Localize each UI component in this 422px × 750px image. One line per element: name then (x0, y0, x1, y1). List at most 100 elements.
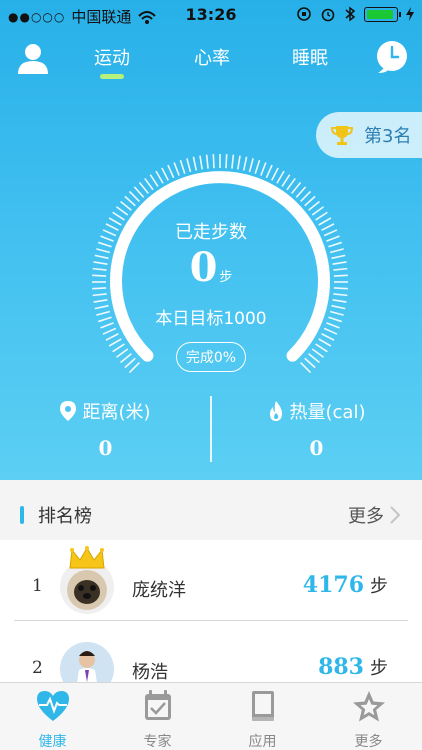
user-icon[interactable] (16, 42, 50, 74)
bottom-tab-bar: 健康 专家 应用 更多 (0, 682, 422, 750)
gauge-tick (144, 177, 154, 191)
calories-label: 热量(cal) (289, 402, 366, 423)
gauge-tick (192, 156, 198, 171)
gauge-tick (128, 362, 140, 374)
gauge-tick (155, 170, 164, 184)
rank-number: 1 (32, 576, 43, 596)
distance-stat: 距离(米) 0 (0, 398, 211, 460)
flame-icon (269, 401, 282, 421)
gauge-tick (333, 293, 348, 297)
gauge-tick (133, 186, 145, 198)
distance-value: 0 (98, 436, 113, 460)
rank-name: 杨浩 (132, 662, 168, 682)
gauge-tick (149, 174, 159, 187)
tab-more[interactable]: 更多 (316, 689, 421, 750)
gauge-tick (161, 167, 169, 181)
completion-badge: 完成0% (176, 342, 246, 372)
gauge-tick (93, 299, 108, 303)
ranking-row[interactable]: 1 庞统洋 4176 步 (0, 540, 422, 621)
steps-value: 0步 (0, 244, 422, 291)
battery-icon (364, 6, 401, 22)
ranking-more-button[interactable]: 更多 (348, 502, 400, 528)
gauge-tick (115, 206, 129, 216)
row-divider (14, 620, 408, 621)
tab-heart-rate[interactable]: 心率 (172, 44, 252, 70)
gauge-tick (332, 299, 347, 303)
rank-steps: 883 步 (318, 654, 388, 680)
gauge-tick (112, 343, 125, 353)
gauge-tick (311, 206, 325, 216)
gauge-tick (92, 293, 107, 297)
avatar (60, 642, 114, 682)
distance-label: 距离(米) (82, 402, 151, 423)
orientation-lock-icon (297, 7, 311, 21)
gauge-tick (260, 162, 267, 176)
bluetooth-icon (345, 6, 356, 22)
gauge-tick (199, 155, 203, 170)
gauge-tick (254, 160, 261, 174)
calories-value: 0 (309, 436, 324, 460)
location-pin-icon (60, 401, 77, 421)
tab-expert[interactable]: 专家 (105, 689, 210, 750)
gauge-tick (271, 167, 279, 181)
tab-health[interactable]: 健康 (0, 689, 105, 750)
gauge-tick (120, 200, 132, 211)
gauge-tick (108, 338, 122, 347)
tab-apps[interactable]: 应用 (210, 689, 315, 750)
top-nav: 运动 心率 睡眠 (0, 30, 422, 86)
gauge-tick (115, 348, 129, 358)
rank-number: 2 (32, 658, 43, 678)
gauge-tick (179, 160, 186, 174)
crown-icon (69, 546, 105, 569)
tab-exercise[interactable]: 运动 (72, 44, 152, 70)
rank-steps-unit: 步 (370, 658, 388, 679)
gauge-tick (105, 333, 119, 341)
gauge-tick (311, 348, 325, 358)
gauge-tick (276, 170, 285, 184)
charging-icon (406, 7, 414, 21)
hero-panel: ●●○○○ 中国联通 13:26 运动 心率 睡眠 第3名 已走步数 0 步 本… (0, 0, 422, 480)
ranking-row[interactable]: 2 杨浩 883 步 (0, 622, 422, 682)
gauge-tick (128, 190, 140, 202)
gauge-tick (304, 357, 316, 369)
gauge-tick (291, 182, 302, 194)
status-bar: ●●○○○ 中国联通 13:26 (0, 0, 422, 30)
tab-expert-label: 专家 (143, 734, 172, 750)
rank-steps-value: 4176 (302, 572, 364, 598)
tab-sleep[interactable]: 睡眠 (270, 44, 350, 70)
tab-apps-label: 应用 (248, 734, 277, 750)
gauge-tick (265, 164, 273, 179)
history-clock-icon[interactable] (376, 40, 408, 74)
gauge-tick (167, 164, 175, 179)
calendar-check-icon (144, 690, 171, 720)
rank-steps-unit: 步 (370, 576, 388, 597)
gauge-tick (186, 158, 192, 173)
gauge-tick (242, 156, 248, 171)
gauge-tick (323, 327, 338, 335)
gauge-tick (300, 190, 312, 202)
gauge-tick (102, 327, 117, 335)
rank-steps-value: 883 (318, 654, 364, 680)
gauge-tick (286, 177, 296, 191)
steps-title: 已走步数 (175, 222, 247, 243)
ranking-list: 1 庞统洋 4176 步 2 杨浩 883 步 (0, 540, 422, 682)
gauge-tick (205, 154, 209, 169)
gauge-tick (315, 343, 328, 353)
gauge-tick (281, 174, 291, 187)
book-icon (251, 691, 274, 721)
gauge-tick (212, 154, 215, 169)
ranking-title: 排名榜 (38, 506, 92, 527)
gauge-tick (248, 158, 254, 173)
steps-unit: 步 (219, 270, 233, 285)
gauge-tick (300, 362, 312, 374)
gauge-tick (225, 154, 228, 169)
star-icon (352, 691, 385, 722)
gauge-tick (318, 338, 332, 347)
rank-steps: 4176 步 (303, 572, 388, 598)
gauge-tick (237, 155, 241, 170)
gauge-tick (138, 182, 149, 194)
gauge-tick (321, 333, 335, 341)
gauge-tick (120, 353, 132, 364)
alarm-icon (321, 8, 335, 22)
tab-health-label: 健康 (38, 734, 67, 750)
